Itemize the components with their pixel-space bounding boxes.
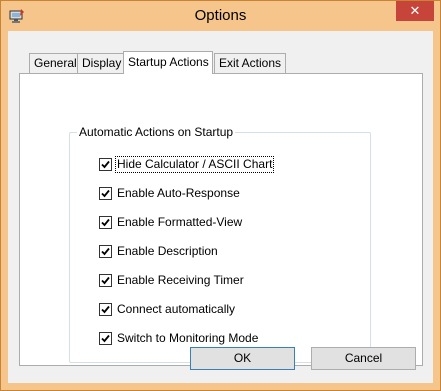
window-title: Options [194, 7, 247, 24]
checkbox-box[interactable] [99, 158, 112, 171]
tab-exit-actions[interactable]: Exit Actions [214, 53, 287, 73]
group-title: Automatic Actions on Startup [77, 125, 236, 139]
tab-general[interactable]: General [29, 53, 82, 73]
window-frame-left [1, 31, 8, 390]
checkbox-label: Enable Formatted-View [117, 215, 243, 229]
close-icon: ✕ [409, 3, 421, 18]
checkbox-box[interactable] [99, 216, 112, 229]
checkbox-label: Enable Description [117, 244, 218, 258]
checkbox-label: Connect automatically [117, 302, 236, 316]
checkbox-label: Switch to Monitoring Mode [117, 331, 259, 345]
cancel-button[interactable]: Cancel [311, 347, 416, 370]
startup-actions-panel: Automatic Actions on Startup Hide Calcul… [19, 73, 423, 366]
window-frame-bottom [1, 383, 440, 390]
automatic-actions-group: Automatic Actions on Startup Hide Calcul… [69, 125, 371, 363]
dialog-client-area: General Display Startup Actions Exit Act… [8, 31, 433, 383]
checkbox-box[interactable] [99, 187, 112, 200]
close-button[interactable]: ✕ [396, 1, 434, 21]
tab-display[interactable]: Display [77, 53, 127, 73]
options-dialog: Options ✕ General Display Startup Action… [0, 0, 441, 391]
checkbox-box[interactable] [99, 245, 112, 258]
checkbox-label: Enable Auto-Response [117, 186, 240, 200]
tab-startup-actions[interactable]: Startup Actions [123, 51, 213, 74]
checkbox-label: Hide Calculator / ASCII Chart [114, 156, 275, 173]
ok-button[interactable]: OK [190, 347, 295, 370]
window-frame-right [433, 31, 440, 390]
checkbox-box[interactable] [99, 303, 112, 316]
title-bar[interactable]: Options ✕ [1, 1, 440, 31]
checkbox-box[interactable] [99, 274, 112, 287]
checkbox-label: Enable Receiving Timer [117, 273, 244, 287]
checkbox-box[interactable] [99, 332, 112, 345]
